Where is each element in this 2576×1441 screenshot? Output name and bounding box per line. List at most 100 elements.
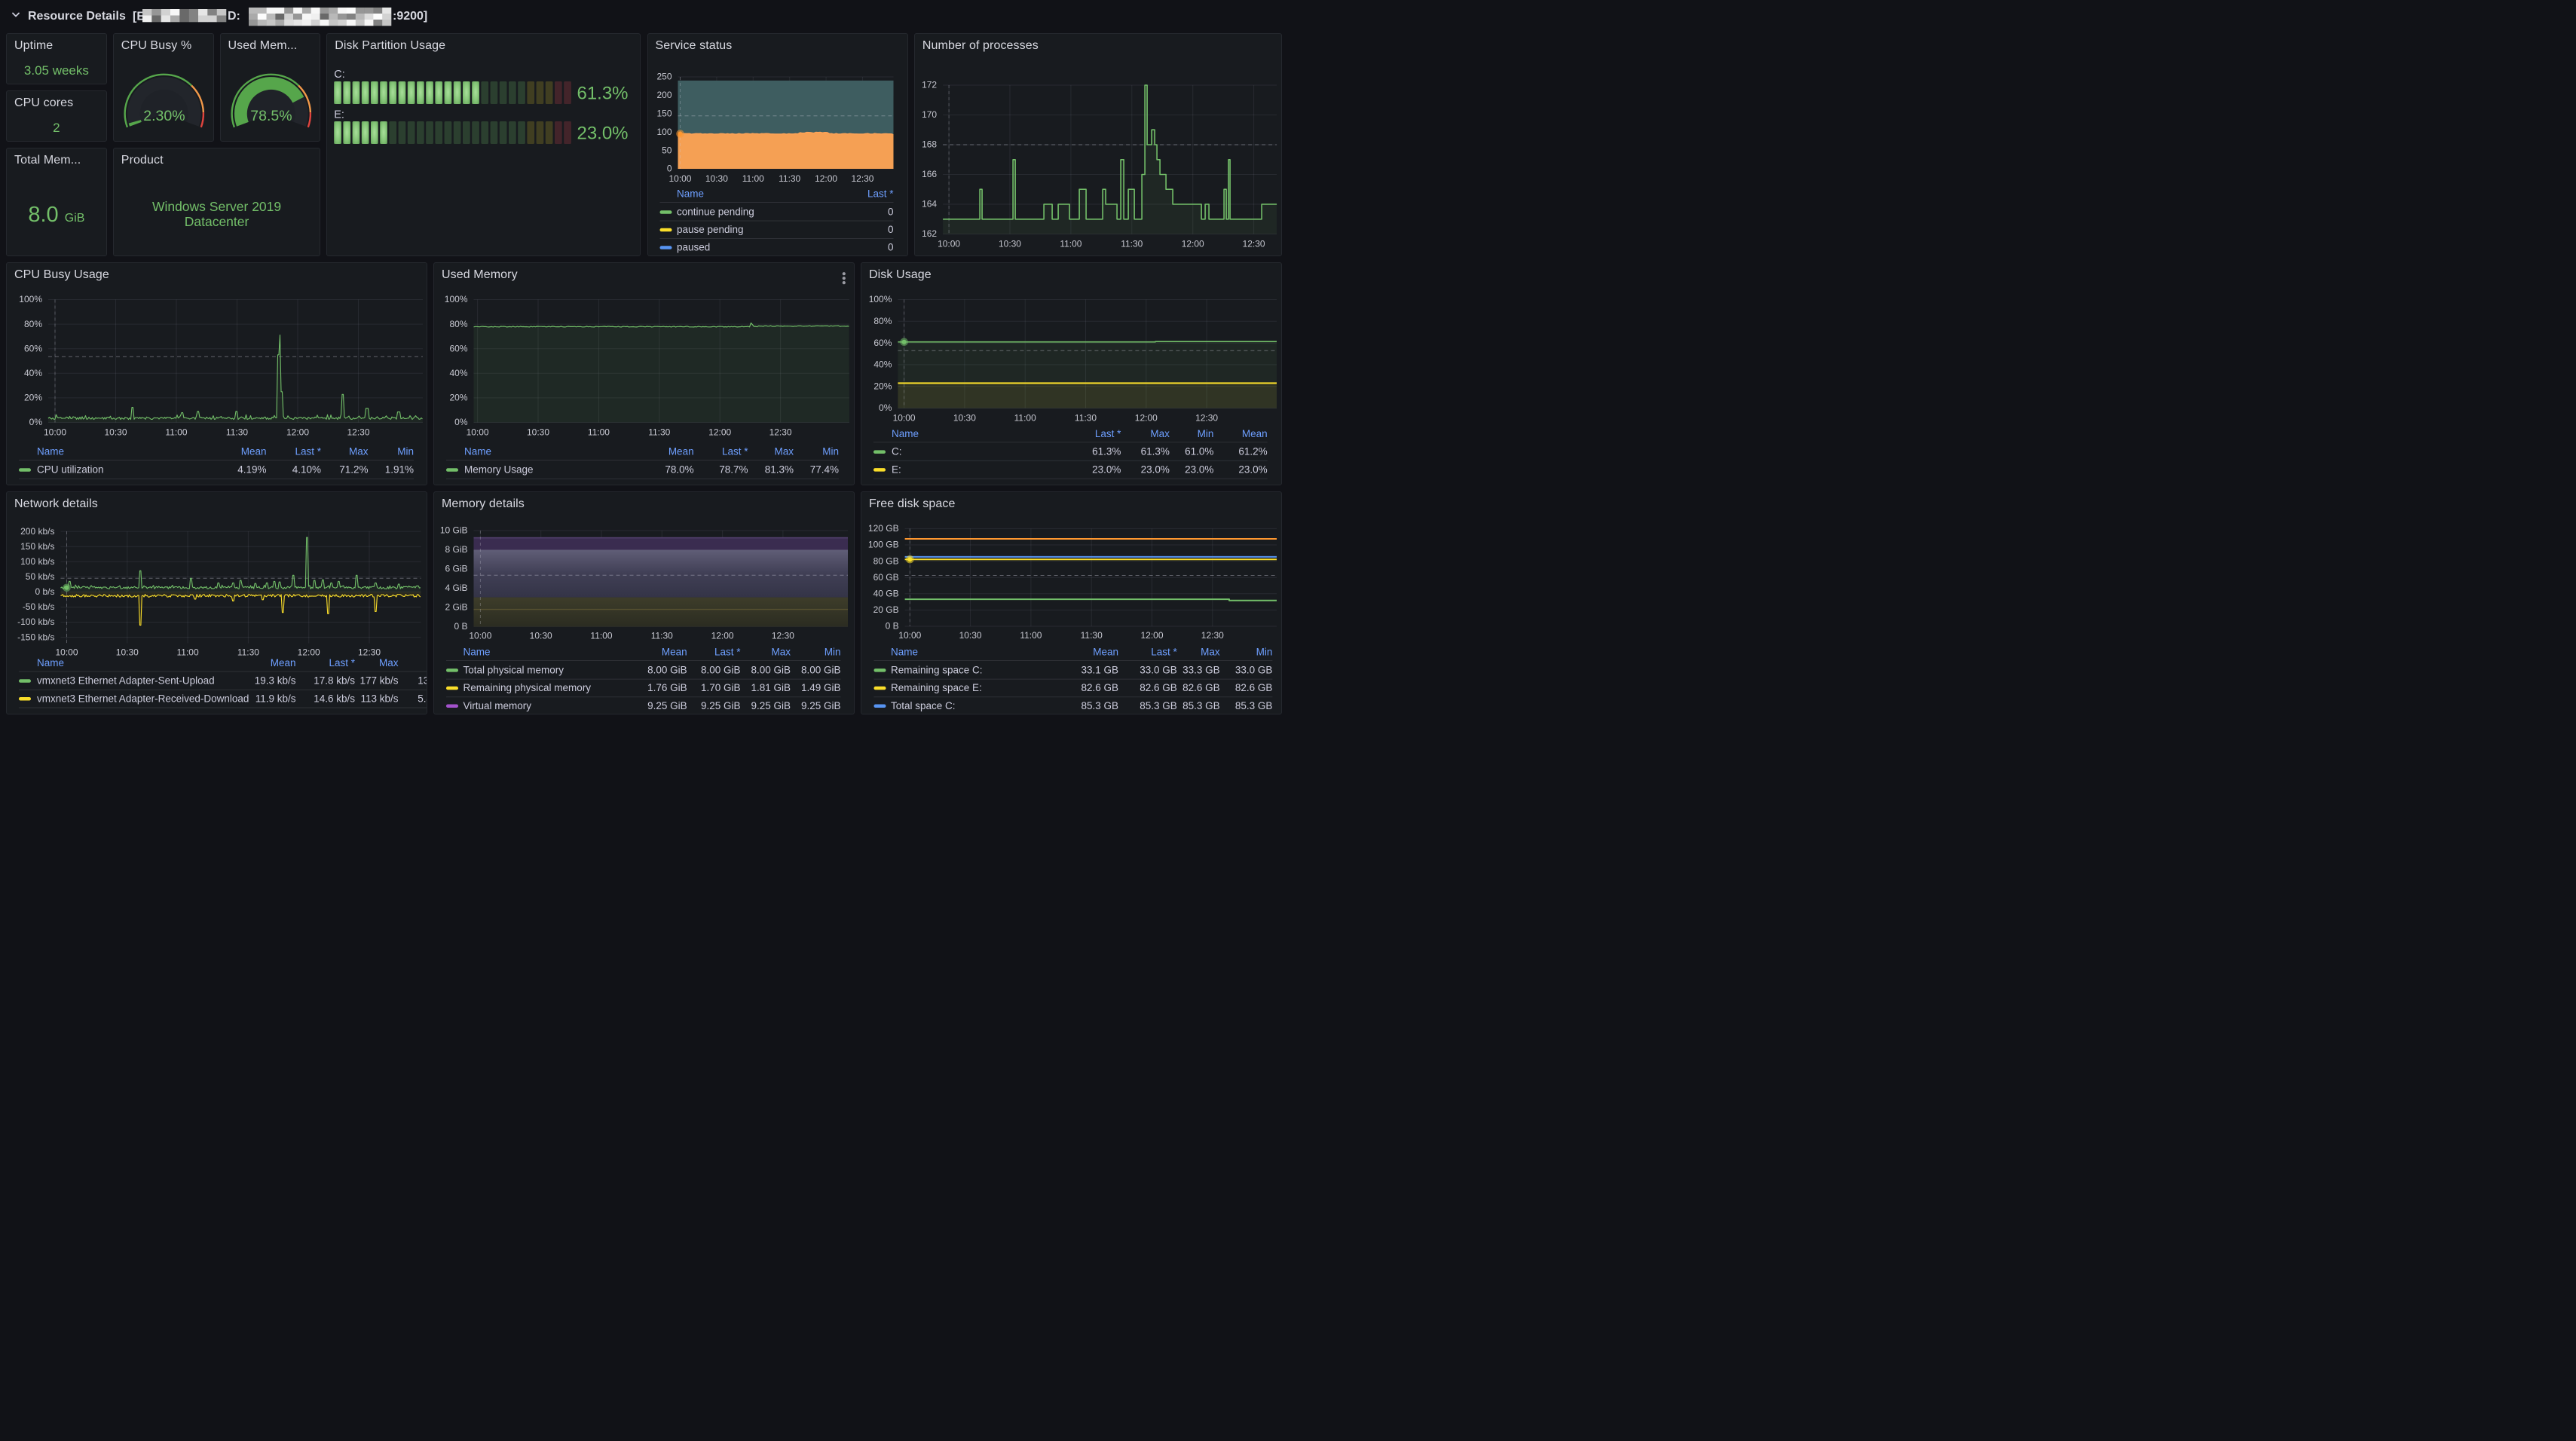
svg-text:12:00: 12:00 <box>708 427 731 438</box>
svg-text:11:30: 11:30 <box>651 631 673 641</box>
svg-text:10:00: 10:00 <box>467 427 489 438</box>
svg-text:Last *: Last * <box>722 446 748 457</box>
svg-text:0%: 0% <box>29 417 43 427</box>
svg-text:172: 172 <box>922 80 937 90</box>
svg-text:23.0%: 23.0% <box>1092 464 1121 475</box>
svg-text:33.1 GB: 33.1 GB <box>1081 664 1118 675</box>
svg-text:Remaining space C:: Remaining space C: <box>891 664 983 675</box>
svg-text:12:30: 12:30 <box>1242 238 1265 249</box>
svg-text:0%: 0% <box>454 417 468 427</box>
svg-text:11:30: 11:30 <box>779 173 800 184</box>
svg-text:11:00: 11:00 <box>1014 413 1036 424</box>
svg-text:11:30: 11:30 <box>1121 238 1143 249</box>
svg-text:Last *: Last * <box>295 446 321 457</box>
svg-text:11:30: 11:30 <box>648 427 670 438</box>
svg-text:100: 100 <box>656 127 672 137</box>
svg-text:85.3 GB: 85.3 GB <box>1235 700 1273 711</box>
svg-text:10:30: 10:30 <box>959 630 982 641</box>
svg-text:10:30: 10:30 <box>116 647 139 658</box>
svg-text:Mean: Mean <box>1093 647 1118 658</box>
svg-text:100%: 100% <box>19 294 42 304</box>
svg-text:12:30: 12:30 <box>769 427 792 438</box>
svg-text:12:00: 12:00 <box>1135 413 1158 424</box>
svg-text:Last *: Last * <box>867 188 894 200</box>
svg-text:23.0%: 23.0% <box>577 124 629 144</box>
svg-text:C:: C: <box>892 446 902 457</box>
svg-text:40%: 40% <box>449 368 467 378</box>
svg-text:12:30: 12:30 <box>358 647 381 658</box>
svg-text:Name: Name <box>676 188 703 200</box>
svg-text:61.2%: 61.2% <box>1238 446 1267 457</box>
svg-text:-150 kb/s: -150 kb/s <box>17 632 54 642</box>
svg-text:250: 250 <box>656 72 672 82</box>
svg-text:paused: paused <box>676 242 709 253</box>
svg-text:8.00 GiB: 8.00 GiB <box>801 664 841 675</box>
svg-text:85.3 GB: 85.3 GB <box>1182 700 1220 711</box>
svg-text:Min: Min <box>1198 428 1214 439</box>
svg-text:-50 kb/s: -50 kb/s <box>23 601 55 612</box>
svg-text:-100 kb/s: -100 kb/s <box>17 616 54 627</box>
svg-text:200: 200 <box>656 90 672 100</box>
svg-text:9.25 GiB: 9.25 GiB <box>701 700 741 711</box>
svg-text:2.30%: 2.30% <box>143 108 185 124</box>
svg-text:162: 162 <box>922 228 937 239</box>
svg-text:Mean: Mean <box>271 657 296 668</box>
svg-text:150: 150 <box>656 108 672 118</box>
svg-text:12:00: 12:00 <box>711 631 734 641</box>
svg-text:61.3%: 61.3% <box>1092 446 1121 457</box>
svg-text:10:30: 10:30 <box>530 631 552 641</box>
svg-text:78.5%: 78.5% <box>250 108 292 124</box>
svg-text:12:00: 12:00 <box>815 173 837 184</box>
svg-text:11.9 kb/s: 11.9 kb/s <box>255 693 296 704</box>
svg-text:9.25 GiB: 9.25 GiB <box>647 700 687 711</box>
svg-text:Max: Max <box>1201 647 1220 658</box>
svg-text:Max: Max <box>349 446 369 457</box>
svg-text:10:30: 10:30 <box>104 427 127 438</box>
svg-text:82.6 GB: 82.6 GB <box>1182 682 1220 693</box>
svg-text:11:30: 11:30 <box>1075 413 1097 424</box>
svg-text:23.0%: 23.0% <box>1141 464 1170 475</box>
svg-text:82.6 GB: 82.6 GB <box>1140 682 1177 693</box>
svg-text:40 GB: 40 GB <box>873 588 899 598</box>
svg-text:50 kb/s: 50 kb/s <box>26 571 55 582</box>
svg-text:Name: Name <box>37 657 64 668</box>
svg-text:Name: Name <box>463 647 491 658</box>
svg-text:Min: Min <box>825 647 841 658</box>
svg-text:Max: Max <box>1150 428 1170 439</box>
svg-text:8.00 GiB: 8.00 GiB <box>751 664 791 675</box>
svg-text:E:: E: <box>334 109 344 121</box>
svg-text:100%: 100% <box>869 294 892 304</box>
svg-text:11:00: 11:00 <box>742 173 763 184</box>
svg-text:Mean: Mean <box>668 446 694 457</box>
svg-text:10:30: 10:30 <box>953 413 976 424</box>
svg-text:Virtual memory: Virtual memory <box>463 700 532 711</box>
svg-text:10:00: 10:00 <box>44 427 66 438</box>
svg-text:11:00: 11:00 <box>588 427 610 438</box>
svg-text:Min: Min <box>822 446 839 457</box>
svg-text:Mean: Mean <box>241 446 267 457</box>
svg-text:Max: Max <box>774 446 794 457</box>
svg-text:23.0%: 23.0% <box>1238 464 1267 475</box>
svg-text:0: 0 <box>887 242 893 253</box>
svg-text:0: 0 <box>887 207 893 218</box>
svg-text:Last *: Last * <box>1151 647 1177 658</box>
svg-text:2 GiB: 2 GiB <box>445 602 467 613</box>
svg-text:23.0%: 23.0% <box>1185 464 1213 475</box>
svg-text:Max: Max <box>379 657 399 668</box>
svg-text:100 GB: 100 GB <box>868 540 899 550</box>
svg-text:33.3 GB: 33.3 GB <box>1182 664 1220 675</box>
svg-text:0: 0 <box>887 224 893 235</box>
svg-text:11:00: 11:00 <box>177 647 199 658</box>
svg-text:Last *: Last * <box>329 657 355 668</box>
svg-text:0 B: 0 B <box>886 621 899 632</box>
svg-text:CPU utilization: CPU utilization <box>37 464 104 476</box>
svg-text:D:: D: <box>228 10 240 23</box>
svg-text:77.4%: 77.4% <box>810 464 839 476</box>
svg-text:50: 50 <box>662 145 672 155</box>
svg-text:C:: C: <box>334 69 345 81</box>
svg-text:1.91%: 1.91% <box>385 464 414 476</box>
svg-text:61.0%: 61.0% <box>1185 446 1213 457</box>
svg-text:Resource Details: Resource Details <box>28 10 126 23</box>
svg-text:81.3%: 81.3% <box>765 464 794 476</box>
svg-text:12:30: 12:30 <box>772 631 794 641</box>
